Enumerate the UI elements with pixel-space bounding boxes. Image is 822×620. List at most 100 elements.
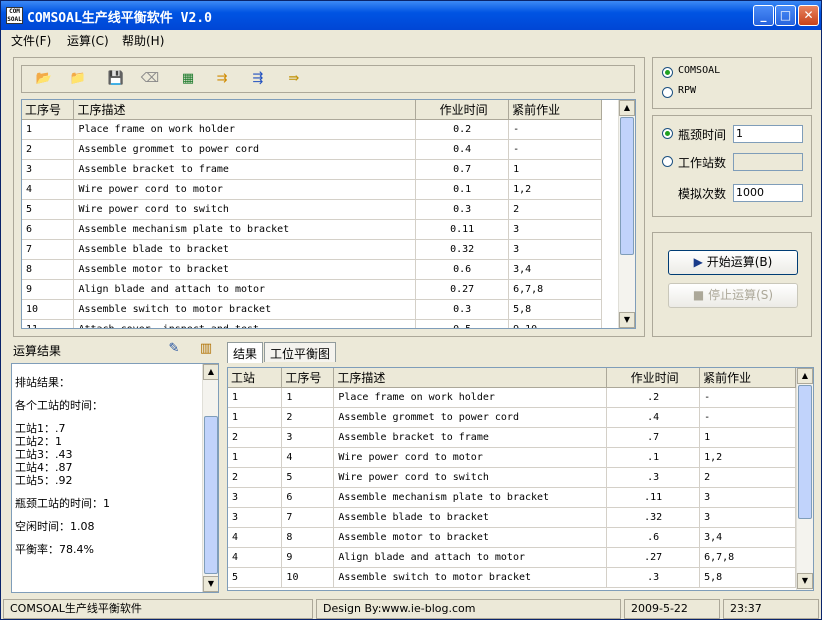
table-cell[interactable]: 1 <box>508 159 602 180</box>
column-header[interactable]: 紧前作业 <box>699 368 796 388</box>
radio-bottleneck[interactable] <box>662 128 673 139</box>
table-cell[interactable]: 3,4 <box>699 527 796 548</box>
table-cell[interactable]: 0.32 <box>415 239 510 260</box>
column-header[interactable]: 工序号 <box>281 368 335 388</box>
table-cell[interactable]: Assemble switch to motor bracket <box>73 299 417 320</box>
table-row[interactable]: 8 Assemble motor to bracket 0.6 3,4 <box>22 259 602 280</box>
export-excel-icon[interactable]: ▦ <box>178 70 198 88</box>
table-cell[interactable]: 5 <box>281 467 335 488</box>
open-folder2-icon[interactable]: 📁 <box>68 70 88 88</box>
table-cell[interactable]: 9,10 <box>508 319 602 328</box>
results-scrollbar[interactable]: ▲ ▼ <box>202 364 218 592</box>
table-cell[interactable]: 1 <box>228 447 283 468</box>
table-cell[interactable]: Assemble switch to motor bracket <box>333 567 608 588</box>
table-cell[interactable]: 5,8 <box>508 299 602 320</box>
table-cell[interactable]: 6 <box>281 487 335 508</box>
table-cell[interactable]: - <box>508 119 602 140</box>
table-cell[interactable]: Assemble motor to bracket <box>73 259 417 280</box>
table-cell[interactable]: Attach cover, inspect and test <box>73 319 417 328</box>
table-cell[interactable]: 0.3 <box>415 199 510 220</box>
table-cell[interactable]: - <box>508 139 602 160</box>
table-cell[interactable]: 8 <box>281 527 335 548</box>
sim-count-input[interactable]: 1000 <box>733 184 803 202</box>
table-row[interactable]: 1 4 Wire power cord to motor .1 1,2 <box>228 447 796 468</box>
table-cell[interactable]: 0.3 <box>415 299 510 320</box>
column-header[interactable]: 作业时间 <box>415 100 510 120</box>
table-cell[interactable]: 3 <box>508 219 602 240</box>
table-row[interactable]: 3 6 Assemble mechanism plate to bracket .11… <box>228 487 796 508</box>
scroll-thumb[interactable] <box>620 117 634 255</box>
table-cell[interactable]: 3 <box>508 239 602 260</box>
table-cell[interactable]: 5 <box>22 199 75 220</box>
table-row[interactable]: 5 10 Assemble switch to motor bracket .3 5,8 <box>228 567 796 588</box>
table-cell[interactable]: 0.2 <box>415 119 510 140</box>
table-cell[interactable]: .11 <box>606 487 701 508</box>
table-row[interactable]: 5 Wire power cord to switch 0.3 2 <box>22 199 602 220</box>
scroll-down-icon[interactable]: ▼ <box>619 312 635 328</box>
table-row[interactable]: 2 3 Assemble bracket to frame .7 1 <box>228 427 796 448</box>
table-row[interactable]: 4 8 Assemble motor to bracket .6 3,4 <box>228 527 796 548</box>
table-cell[interactable]: Assemble grommet to power cord <box>73 139 417 160</box>
table-row[interactable]: 3 7 Assemble blade to bracket .32 3 <box>228 507 796 528</box>
table-row[interactable]: 1 Place frame on work holder 0.2- <box>22 119 602 140</box>
table-cell[interactable]: Align blade and attach to motor <box>73 279 417 300</box>
table-cell[interactable]: 4 <box>228 547 283 568</box>
table-cell[interactable]: 11 <box>22 319 75 328</box>
table-cell[interactable]: 10 <box>281 567 335 588</box>
table-cell[interactable]: 9 <box>22 279 75 300</box>
table-cell[interactable]: 5 <box>228 567 283 588</box>
table-row[interactable]: 11 Attach cover, inspect and test 0.5 9,10 <box>22 319 602 328</box>
table-cell[interactable]: 2 <box>228 467 283 488</box>
column-header[interactable]: 工序号 <box>22 100 75 120</box>
scroll-thumb[interactable] <box>798 385 812 519</box>
table-cell[interactable]: 10 <box>22 299 75 320</box>
table-cell[interactable]: Assemble bracket to frame <box>333 427 608 448</box>
tab-results[interactable]: 结果 <box>227 342 264 363</box>
scroll-down-icon[interactable]: ▼ <box>203 576 218 592</box>
table-cell[interactable]: 4 <box>228 527 283 548</box>
table-cell[interactable]: 3 <box>228 507 283 528</box>
radio-rpw[interactable] <box>662 87 673 98</box>
table-row[interactable]: 6 Assemble mechanism plate to bracket 0.11… <box>22 219 602 240</box>
table-cell[interactable]: 0.7 <box>415 159 510 180</box>
table-row[interactable]: 1 1 Place frame on work holder .2- <box>228 387 796 408</box>
table-cell[interactable]: 1,2 <box>508 179 602 200</box>
minimize-button[interactable]: _ <box>753 5 774 26</box>
column-header[interactable]: 工序描述 <box>333 368 608 388</box>
table-cell[interactable]: Wire power cord to switch <box>333 467 608 488</box>
table-cell[interactable]: Wire power cord to switch <box>73 199 417 220</box>
table-row[interactable]: 10 Assemble switch to motor bracket 0.3 5,8 <box>22 299 602 320</box>
table-cell[interactable]: Place frame on work holder <box>73 119 417 140</box>
table-cell[interactable]: 0.4 <box>415 139 510 160</box>
bottleneck-input[interactable]: 1 <box>733 125 803 143</box>
table-cell[interactable]: - <box>699 407 796 428</box>
table-cell[interactable]: 0.11 <box>415 219 510 240</box>
eraser-icon[interactable]: ⌫ <box>140 70 160 88</box>
table-cell[interactable]: Assemble bracket to frame <box>73 159 417 180</box>
column-header[interactable]: 工序描述 <box>73 100 417 120</box>
table-cell[interactable]: 8 <box>22 259 75 280</box>
tab-balance-chart[interactable]: 工位平衡图 <box>264 342 337 362</box>
table-cell[interactable]: .3 <box>606 467 701 488</box>
table-row[interactable]: 2 5 Wire power cord to switch .3 2 <box>228 467 796 488</box>
table-cell[interactable]: Assemble blade to bracket <box>73 239 417 260</box>
table-cell[interactable]: 0.6 <box>415 259 510 280</box>
table-cell[interactable]: Wire power cord to motor <box>73 179 417 200</box>
title-bar[interactable]: COM SOAL COMSOAL生产线平衡软件 V2.0 _ □ ✕ <box>1 1 821 30</box>
insert-node-icon[interactable]: ⇶ <box>248 70 268 88</box>
table-cell[interactable]: 2 <box>22 139 75 160</box>
table-cell[interactable]: 2 <box>228 427 283 448</box>
table-cell[interactable]: 1 <box>699 427 796 448</box>
table-row[interactable]: 9 Align blade and attach to motor 0.27 6,7,… <box>22 279 602 300</box>
column-header[interactable]: 作业时间 <box>606 368 701 388</box>
scroll-thumb[interactable] <box>204 416 218 574</box>
table-cell[interactable]: 2 <box>508 199 602 220</box>
table-cell[interactable]: .27 <box>606 547 701 568</box>
table-cell[interactable]: 1,2 <box>699 447 796 468</box>
table-cell[interactable]: .32 <box>606 507 701 528</box>
table-cell[interactable]: 0.5 <box>415 319 510 328</box>
table-cell[interactable]: 7 <box>22 239 75 260</box>
scroll-down-icon[interactable]: ▼ <box>797 573 813 589</box>
table-cell[interactable]: .1 <box>606 447 701 468</box>
scroll-up-icon[interactable]: ▲ <box>619 100 635 116</box>
